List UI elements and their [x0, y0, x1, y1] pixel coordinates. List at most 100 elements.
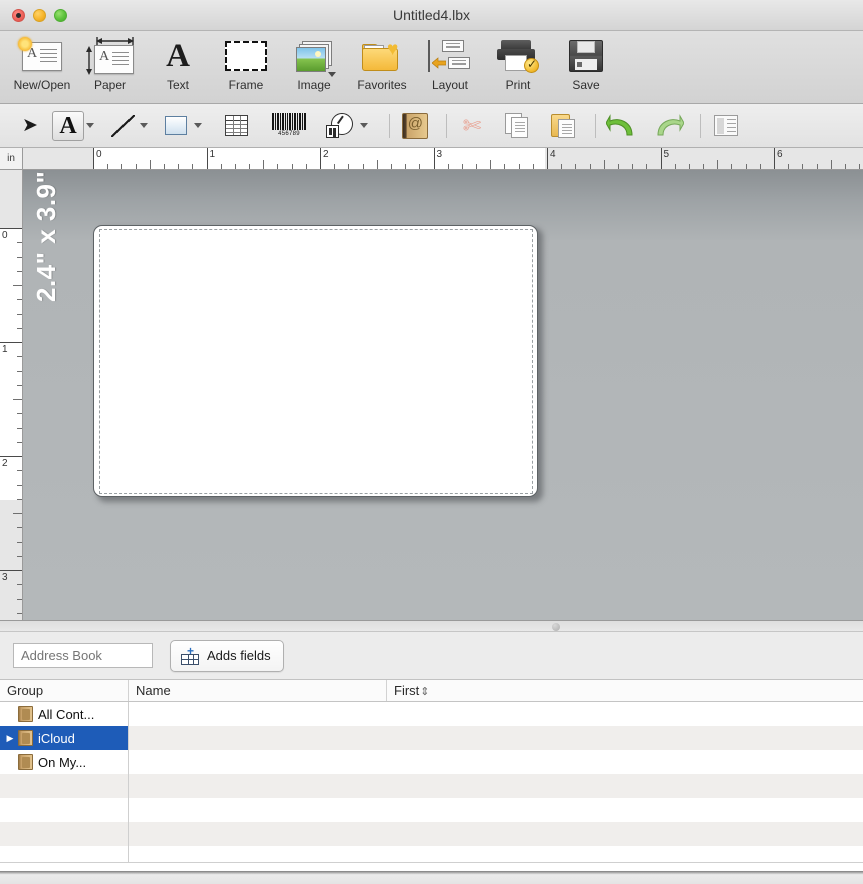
horizontal-ruler[interactable]: 0 1 2 3 4 5 6: [23, 148, 863, 170]
ruler-tick-major: [0, 456, 22, 457]
select-arrow-icon[interactable]: ➤: [14, 111, 46, 141]
text-tool-icon[interactable]: A: [52, 110, 84, 141]
tool-paste[interactable]: [548, 110, 580, 142]
paste-icon[interactable]: [548, 111, 580, 141]
table-row[interactable]: [0, 774, 863, 798]
cut-icon[interactable]: ✄: [456, 111, 488, 141]
ruler-tick-minor: [802, 164, 804, 169]
tool-copy[interactable]: [502, 110, 534, 142]
tool-barcode[interactable]: 456789: [270, 110, 308, 142]
ruler-tick-minor: [17, 384, 22, 386]
tool-rectangle[interactable]: [160, 110, 208, 142]
group-list-item[interactable]: ▶ iCloud: [0, 726, 128, 750]
address-book-input[interactable]: [13, 643, 153, 668]
toolbar-button-text[interactable]: A Text: [144, 31, 212, 99]
barcode-tool-icon[interactable]: 456789: [270, 111, 308, 141]
toolbar-button-print[interactable]: Print: [484, 31, 552, 99]
chevron-down-icon[interactable]: [194, 123, 202, 128]
close-button[interactable]: [12, 9, 25, 22]
toolbar-button-image[interactable]: Image: [280, 31, 348, 99]
copy-icon[interactable]: [502, 111, 534, 141]
ruler-tick-label: 1: [209, 149, 216, 160]
toolbar-button-paper[interactable]: Paper: [76, 31, 144, 99]
new-open-icon: [18, 35, 62, 77]
tool-text[interactable]: A: [52, 110, 100, 142]
toolbar-button-frame[interactable]: Frame: [212, 31, 280, 99]
group-list-item[interactable]: All Cont...: [0, 702, 128, 726]
chevron-down-icon[interactable]: [140, 123, 148, 128]
ruler-tick-minor: [17, 484, 22, 486]
ruler-tick-label: 6: [777, 149, 783, 160]
tool-address-book[interactable]: [399, 110, 431, 142]
tool-inspector[interactable]: [710, 110, 742, 142]
tool-select[interactable]: ➤: [14, 110, 46, 142]
ruler-tick-minor: [163, 164, 165, 169]
group-list-item[interactable]: On My...: [0, 750, 128, 774]
add-fields-button[interactable]: + Adds fields: [170, 639, 284, 672]
toolbar-label: Print: [505, 78, 531, 92]
ruler-tick-minor: [844, 164, 846, 169]
column-header-name[interactable]: Name: [128, 680, 386, 701]
ruler-tick-minor: [390, 164, 392, 169]
tool-redo[interactable]: [653, 110, 685, 142]
ruler-tick-minor: [17, 427, 22, 429]
vertical-ruler[interactable]: 0 1 2 3: [0, 170, 23, 620]
address-book-icon[interactable]: [399, 111, 431, 141]
ruler-tick-label: 3: [436, 149, 443, 160]
table-row[interactable]: [0, 702, 863, 726]
toolbar-label: Paper: [93, 78, 127, 92]
ruler-unit-label[interactable]: in: [0, 148, 23, 170]
group-list-item-label: On My...: [38, 754, 87, 770]
table-row[interactable]: [0, 822, 863, 846]
tool-clipart[interactable]: [324, 110, 374, 142]
ruler-tick-minor: [220, 164, 222, 169]
chevron-down-icon[interactable]: [86, 123, 94, 128]
column-header-group[interactable]: Group: [0, 680, 128, 701]
table-row[interactable]: [0, 726, 863, 750]
chevron-down-icon[interactable]: [360, 123, 368, 128]
undo-icon[interactable]: [605, 111, 637, 141]
ruler-tick-minor: [13, 399, 22, 400]
line-tool-icon[interactable]: [106, 111, 138, 141]
toolbar-divider: [446, 113, 447, 138]
ruler-tick-minor: [234, 164, 236, 169]
clipart-tool-icon[interactable]: [324, 111, 358, 141]
ruler-tick-minor: [788, 164, 790, 169]
ruler-tick-major: [433, 148, 435, 169]
table-tool-icon[interactable]: [220, 111, 252, 141]
tool-line[interactable]: [106, 110, 154, 142]
label-canvas[interactable]: 2.4" x 3.9": [23, 170, 863, 620]
column-header-first[interactable]: First⇕: [386, 680, 863, 701]
ruler-tick-label: 2: [323, 149, 329, 160]
tool-cut[interactable]: ✄: [456, 110, 488, 142]
toolbar-label: Text: [166, 78, 189, 92]
traffic-lights: [12, 9, 67, 22]
table-row[interactable]: [0, 750, 863, 774]
table-row[interactable]: [0, 798, 863, 822]
column-header-first-label: First: [394, 683, 420, 698]
toolbar-button-save[interactable]: Save: [552, 31, 620, 99]
inspector-icon[interactable]: [710, 111, 742, 141]
panel-splitter[interactable]: [0, 620, 863, 632]
ruler-tick-minor: [759, 164, 761, 169]
splitter-grip-icon[interactable]: [552, 623, 560, 631]
toolbar-divider: [389, 113, 390, 138]
minimize-button[interactable]: [33, 9, 46, 22]
toolbar-button-new-open[interactable]: New/Open: [8, 31, 76, 99]
disclosure-triangle-icon[interactable]: ▶: [0, 733, 16, 744]
table-row[interactable]: [0, 846, 863, 862]
toolbar-button-layout[interactable]: Layout: [416, 31, 484, 99]
ruler-tick-minor: [603, 160, 605, 169]
zoom-button[interactable]: [54, 9, 67, 22]
redo-icon[interactable]: [653, 111, 685, 141]
table-body[interactable]: All Cont... ▶ iCloud On My...: [0, 702, 863, 862]
ruler-page-extent: [93, 148, 545, 169]
tool-undo[interactable]: [605, 110, 637, 142]
tool-table[interactable]: [220, 110, 252, 142]
rectangle-tool-icon[interactable]: [160, 111, 192, 141]
toolbar-label: Favorites: [357, 78, 407, 92]
ruler-tick-major: [0, 342, 22, 343]
toolbar-button-favorites[interactable]: ♥ Favorites: [348, 31, 416, 99]
ruler-tick-minor: [674, 164, 676, 169]
toolbar-label: Frame: [228, 78, 264, 92]
